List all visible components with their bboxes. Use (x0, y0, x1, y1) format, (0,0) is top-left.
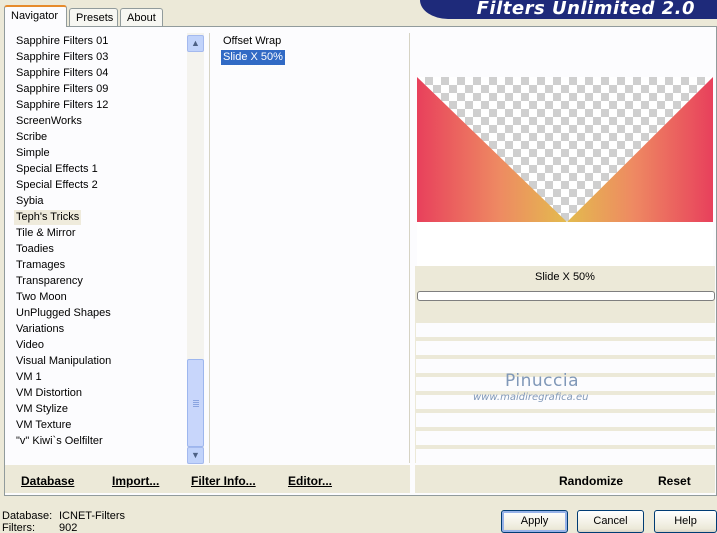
category-item[interactable]: Teph's Tricks (14, 210, 82, 225)
category-item[interactable]: Scribe (14, 130, 49, 145)
filter-list[interactable]: Offset Wrap Slide X 50% (209, 33, 410, 463)
status-filters-label: Filters: (2, 522, 35, 533)
category-item[interactable]: Sybia (14, 194, 46, 209)
parameter-row (416, 323, 715, 337)
category-item[interactable]: Sapphire Filters 09 (14, 82, 110, 97)
category-item[interactable]: Tramages (14, 258, 67, 273)
category-item[interactable]: Tile & Mirror (14, 226, 77, 241)
banner-title: Filters Unlimited 2.0 (476, 0, 695, 19)
category-item[interactable]: Toadies (14, 242, 56, 257)
category-item[interactable]: UnPlugged Shapes (14, 306, 113, 321)
status-filters-value: 902 (59, 522, 78, 533)
category-item[interactable]: VM Stylize (14, 402, 70, 417)
category-item[interactable]: Special Effects 2 (14, 178, 100, 193)
category-item[interactable]: Video (14, 338, 46, 353)
category-item[interactable]: ScreenWorks (14, 114, 84, 129)
tab-presets[interactable]: Presets (69, 8, 118, 27)
category-item[interactable]: Sapphire Filters 03 (14, 50, 110, 65)
category-item[interactable]: "v" Kiwi`s Oelfilter (14, 434, 105, 449)
parameter-row (416, 431, 715, 445)
reset-button[interactable]: Reset (658, 474, 691, 488)
category-list[interactable]: Sapphire Filters 01 Sapphire Filters 03 Sa… (7, 33, 187, 463)
tab-presets-label: Presets (76, 12, 114, 24)
preview-bottom (417, 222, 713, 266)
watermark-name: Pinuccia (505, 371, 579, 391)
category-item[interactable]: Transparency (14, 274, 85, 289)
arrow-up-icon[interactable]: ▲ (187, 35, 204, 52)
tab-navigator-label: Navigator (11, 10, 59, 22)
arrow-down-icon[interactable]: ▼ (187, 447, 204, 464)
filter-item[interactable]: Offset Wrap (221, 34, 283, 49)
help-button[interactable]: Help (654, 510, 717, 533)
category-item[interactable]: Special Effects 1 (14, 162, 100, 177)
category-item[interactable]: Two Moon (14, 290, 69, 305)
watermark-url: www.maidiregrafica.eu (473, 392, 589, 403)
database-button[interactable]: Database (21, 474, 74, 488)
status-database-value: ICNET-Filters (59, 510, 125, 522)
import-button[interactable]: Import... (112, 474, 159, 488)
category-item[interactable]: Sapphire Filters 04 (14, 66, 110, 81)
randomize-button[interactable]: Randomize (559, 474, 623, 488)
parameter-row (416, 449, 715, 463)
cancel-button[interactable]: Cancel (577, 510, 644, 533)
category-item[interactable]: Simple (14, 146, 52, 161)
preview-image (417, 77, 713, 222)
category-item[interactable]: Sapphire Filters 12 (14, 98, 110, 113)
parameter-row (416, 413, 715, 427)
tab-navigator[interactable]: Navigator (4, 5, 67, 27)
tab-about-label: About (127, 12, 156, 24)
apply-button[interactable]: Apply (501, 510, 568, 533)
title-banner: Filters Unlimited 2.0 (420, 0, 717, 19)
tab-about[interactable]: About (120, 8, 163, 27)
category-item[interactable]: Variations (14, 322, 66, 337)
filter-info-button[interactable]: Filter Info... (191, 474, 256, 488)
filter-item[interactable]: Slide X 50% (220, 49, 286, 66)
category-item[interactable]: Visual Manipulation (14, 354, 113, 369)
scrollbar-thumb[interactable] (187, 359, 204, 447)
category-item[interactable]: VM Texture (14, 418, 73, 433)
editor-button[interactable]: Editor... (288, 474, 332, 488)
parameter-slider[interactable] (417, 291, 715, 301)
parameter-row (416, 341, 715, 355)
category-item[interactable]: VM 1 (14, 370, 44, 385)
parameter-label: Slide X 50% (535, 271, 595, 283)
parameter-panel: Slide X 50% (415, 266, 715, 463)
category-item[interactable]: VM Distortion (14, 386, 84, 401)
category-scrollbar[interactable]: ▲ ▼ (187, 33, 204, 464)
status-database-label: Database: (2, 510, 53, 522)
category-item[interactable]: Sapphire Filters 01 (14, 34, 110, 49)
